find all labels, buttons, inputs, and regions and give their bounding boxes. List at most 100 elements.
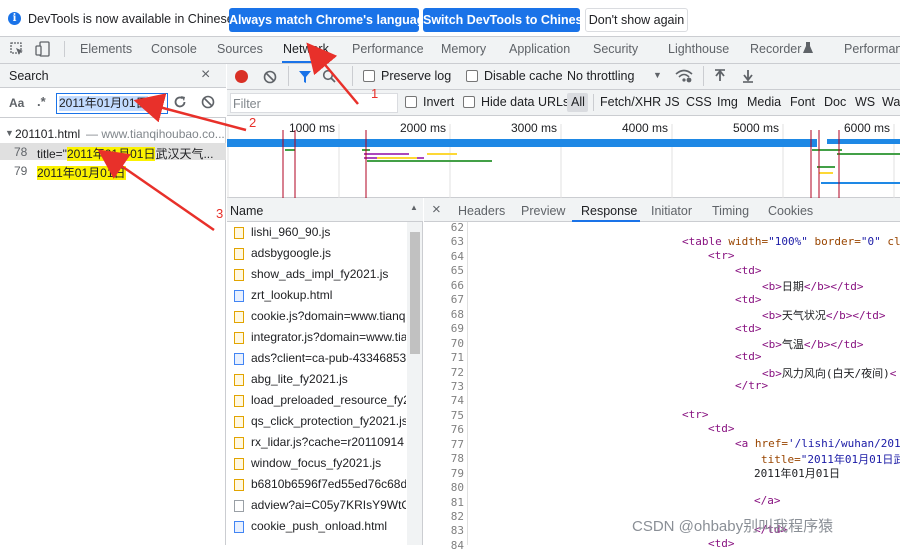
search-network-icon[interactable] [322,69,336,83]
tab-lighthouse[interactable]: Lighthouse [668,42,729,56]
code-line-64: <tr> [708,249,735,262]
disable-cache-checkbox[interactable] [466,70,478,82]
request-row[interactable]: abg_lite_fy2021.js [251,372,406,386]
request-list-scrollbar-thumb[interactable] [410,232,420,354]
detail-tab-initiator[interactable]: Initiator [651,204,692,218]
request-row[interactable]: show_ads_impl_fy2021.js [251,267,406,281]
type-filter-media[interactable]: Media [747,95,781,109]
name-column-header[interactable]: Name [230,204,263,218]
tab-recorder[interactable]: Recorder [750,42,801,56]
type-filter-font[interactable]: Font [790,95,815,109]
tab-memory[interactable]: Memory [441,42,486,56]
tab-network[interactable]: Network [283,42,329,56]
request-row[interactable]: load_preloaded_resource_fy2. [251,393,406,407]
inspect-element-icon[interactable] [10,42,24,56]
throttling-dropdown-icon[interactable]: ▼ [653,70,662,80]
throttling-select[interactable]: No throttling [567,69,634,83]
type-filter-all[interactable]: All [571,95,585,109]
search-input[interactable]: 2011年01月01日 [56,93,168,114]
detail-tab-cookies[interactable]: Cookies [768,204,813,218]
type-filter-doc[interactable]: Doc [824,95,846,109]
tab-security[interactable]: Security [593,42,638,56]
request-row[interactable]: integrator.js?domain=www.tia [251,330,406,344]
code-line-70: <b>气温</b></td> [762,338,864,351]
tab-performance[interactable]: Performance [352,42,424,56]
type-filter-ws[interactable]: WS [855,95,875,109]
close-detail-icon[interactable]: × [432,201,441,218]
request-row[interactable]: zrt_lookup.html [251,288,406,302]
dont-show-again-button[interactable]: Don't show again [585,8,688,32]
script-file-icon [234,437,244,449]
search-panel-title: Search [9,69,49,83]
record-icon[interactable] [235,70,248,83]
detail-tab-headers[interactable]: Headers [458,204,505,218]
clear-search-icon[interactable] [201,95,215,109]
line-number: 64 [450,249,464,263]
regex-button[interactable]: .* [37,94,46,109]
script-file-icon [234,311,244,323]
import-har-icon[interactable] [714,69,726,83]
request-row[interactable]: adview?ai=C05y7KRIsY9WtOc [251,498,406,512]
code-line-81: </a> [754,494,781,507]
search-result-file[interactable]: 201101.html [15,127,80,141]
script-file-icon [234,479,244,491]
invert-label: Invert [423,95,455,109]
request-row[interactable]: cookie.js?domain=www.tianq [251,309,406,323]
clear-log-icon[interactable] [263,70,277,84]
expand-triangle-icon[interactable]: ▼ [5,128,14,138]
tab-performance-insights[interactable]: Performan [844,42,900,56]
timeline-bars [227,124,900,198]
match-case-button[interactable]: Aa [9,96,24,110]
device-toolbar-icon[interactable] [35,41,51,57]
request-row[interactable]: rx_lidar.js?cache=r20110914 [251,435,406,449]
export-har-icon[interactable] [742,69,754,83]
annotation-label-3: 3 [216,206,224,221]
hide-data-urls-label: Hide data URLs [481,95,570,109]
tab-elements[interactable]: Elements [80,42,132,56]
script-file-icon [234,374,244,386]
detail-tab-preview[interactable]: Preview [521,204,565,218]
request-row[interactable]: ads?client=ca-pub-43346853 [251,351,406,365]
tab-console[interactable]: Console [151,42,197,56]
result-line-number: 78 [14,145,28,159]
refresh-icon[interactable] [173,95,187,109]
type-filter-wasm[interactable]: Wa [882,95,900,109]
preserve-log-checkbox[interactable] [363,70,375,82]
code-line-77: <a href='/lishi/wuhan/201 [735,437,900,450]
active-detail-tab-indicator [572,220,640,222]
detail-tab-timing[interactable]: Timing [712,204,749,218]
always-match-language-button[interactable]: Always match Chrome's language [229,8,431,32]
line-number: 78 [450,452,464,466]
type-filter-img[interactable]: Img [717,95,738,109]
request-row[interactable]: cookie_push_onload.html [251,519,406,533]
code-line-69: <td> [735,322,762,335]
request-row[interactable]: adsbygoogle.js [251,246,406,260]
type-filter-fetch-xhr[interactable]: Fetch/XHR [600,95,661,109]
result-line-number: 79 [14,164,28,178]
search-result-host: — www.tianqihoubao.co... [86,127,225,141]
request-row[interactable]: qs_click_protection_fy2021.js [251,414,406,428]
code-line-67: <td> [735,293,762,306]
detail-tab-response[interactable]: Response [581,204,637,218]
search-query-text: 2011年01月01日 [59,96,148,111]
hide-data-urls-checkbox[interactable] [463,96,475,108]
tab-application[interactable]: Application [509,42,570,56]
recorder-flask-icon [803,42,813,54]
toolbar-divider [288,66,289,86]
request-row[interactable]: window_focus_fy2021.js [251,456,406,470]
search-result-line[interactable]: title="2011年01月01日武汉天气... [37,145,226,162]
line-number: 71 [450,351,464,365]
close-search-icon[interactable]: × [201,67,215,83]
switch-to-chinese-button[interactable]: Switch DevTools to Chinese [423,8,589,32]
filter-icon[interactable] [298,70,312,84]
invert-checkbox[interactable] [405,96,417,108]
search-result-line[interactable]: 2011年01月01日 [37,164,126,181]
line-number: 82 [450,510,464,523]
type-filter-js[interactable]: JS [665,95,680,109]
request-row[interactable]: lishi_960_90.js [251,225,406,239]
network-conditions-icon[interactable] [675,68,693,84]
document-file-icon [234,353,244,365]
type-filter-css[interactable]: CSS [686,95,712,109]
request-row[interactable]: b6810b6596f7ed55ed76c68d [251,477,406,491]
tab-sources[interactable]: Sources [217,42,263,56]
